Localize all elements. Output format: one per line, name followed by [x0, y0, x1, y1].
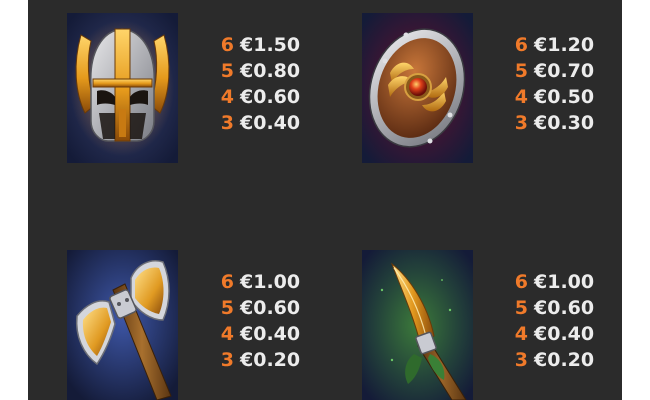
match-count: 6 — [514, 271, 528, 293]
helmet-paytable: 6 €1.50 5 €0.80 4 €0.60 3 €0.40 — [218, 32, 328, 136]
match-count: 5 — [514, 297, 528, 319]
payout-value: €0.80 — [240, 60, 301, 82]
paytable-panel: 6 €1.50 5 €0.80 4 €0.60 3 €0.40 6 €1.20 … — [28, 0, 622, 400]
payout-row: 5 €0.70 — [512, 58, 622, 84]
payout-value: €0.30 — [534, 112, 595, 134]
shield-symbol-card — [362, 13, 473, 163]
payout-row: 4 €0.40 — [512, 321, 622, 347]
match-count: 3 — [514, 112, 528, 134]
payout-row: 6 €1.00 — [218, 269, 328, 295]
payout-value: €1.20 — [534, 34, 595, 56]
payout-value: €0.20 — [534, 349, 595, 371]
payout-value: €1.00 — [240, 271, 301, 293]
spear-icon — [362, 250, 473, 400]
payout-value: €0.40 — [240, 112, 301, 134]
axe-paytable: 6 €1.00 5 €0.60 4 €0.40 3 €0.20 — [218, 269, 328, 373]
spear-symbol-card — [362, 250, 473, 400]
match-count: 5 — [220, 60, 234, 82]
shield-paytable: 6 €1.20 5 €0.70 4 €0.50 3 €0.30 — [512, 32, 622, 136]
match-count: 6 — [220, 271, 234, 293]
payout-value: €0.20 — [240, 349, 301, 371]
round-shield-icon — [362, 13, 473, 163]
payout-value: €0.70 — [534, 60, 595, 82]
match-count: 5 — [514, 60, 528, 82]
match-count: 4 — [514, 323, 528, 345]
match-count: 4 — [514, 86, 528, 108]
payout-row: 4 €0.60 — [218, 84, 328, 110]
match-count: 3 — [220, 112, 234, 134]
payout-row: 3 €0.20 — [512, 347, 622, 373]
payout-row: 6 €1.20 — [512, 32, 622, 58]
spear-paytable: 6 €1.00 5 €0.60 4 €0.40 3 €0.20 — [512, 269, 622, 373]
payout-row: 5 €0.80 — [218, 58, 328, 84]
payout-value: €0.60 — [534, 297, 595, 319]
match-count: 3 — [514, 349, 528, 371]
payout-value: €0.60 — [240, 297, 301, 319]
payout-row: 3 €0.30 — [512, 110, 622, 136]
payout-value: €0.60 — [240, 86, 301, 108]
match-count: 6 — [220, 34, 234, 56]
match-count: 5 — [220, 297, 234, 319]
payout-row: 4 €0.40 — [218, 321, 328, 347]
payout-value: €0.50 — [534, 86, 595, 108]
match-count: 3 — [220, 349, 234, 371]
payout-value: €1.50 — [240, 34, 301, 56]
payout-value: €1.00 — [534, 271, 595, 293]
match-count: 4 — [220, 86, 234, 108]
payout-row: 6 €1.00 — [512, 269, 622, 295]
viking-helmet-icon — [67, 13, 178, 163]
payout-row: 4 €0.50 — [512, 84, 622, 110]
payout-value: €0.40 — [534, 323, 595, 345]
axe-symbol-card — [67, 250, 178, 400]
helmet-symbol-card — [67, 13, 178, 163]
payout-row: 6 €1.50 — [218, 32, 328, 58]
match-count: 4 — [220, 323, 234, 345]
payout-row: 5 €0.60 — [512, 295, 622, 321]
payout-row: 3 €0.20 — [218, 347, 328, 373]
payout-value: €0.40 — [240, 323, 301, 345]
battle-axe-icon — [67, 250, 178, 400]
payout-row: 3 €0.40 — [218, 110, 328, 136]
match-count: 6 — [514, 34, 528, 56]
payout-row: 5 €0.60 — [218, 295, 328, 321]
